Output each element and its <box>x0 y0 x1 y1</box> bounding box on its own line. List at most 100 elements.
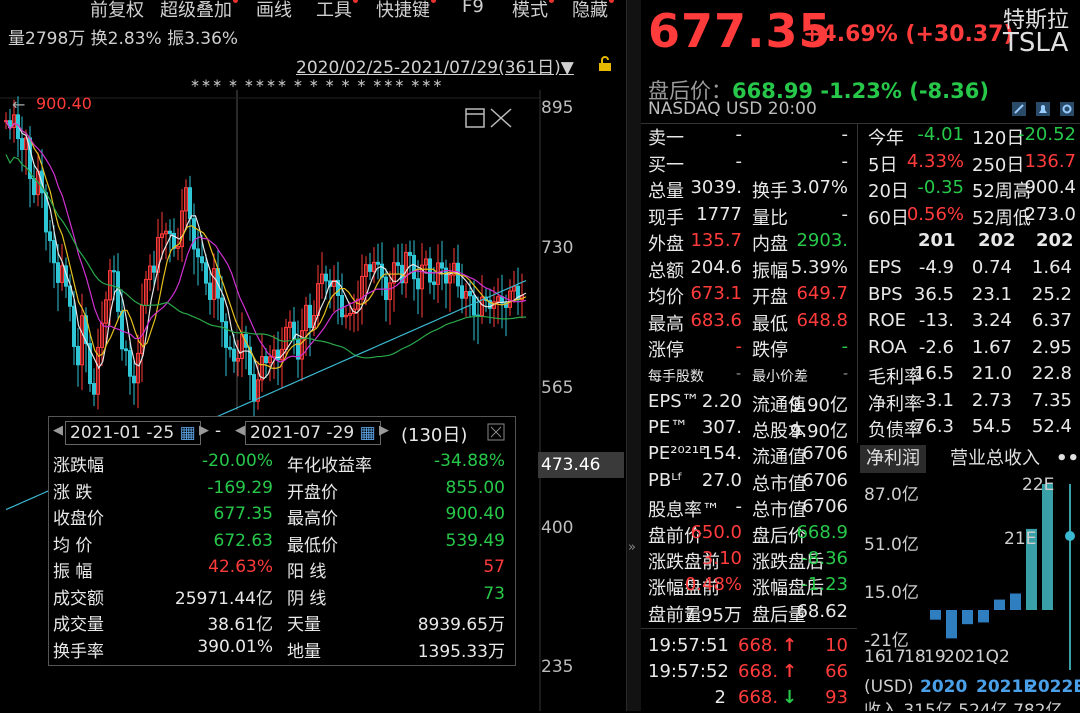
toolbar-fuquan[interactable]: 前复权 <box>90 0 144 22</box>
stats-label: 阳 线 <box>287 562 327 582</box>
finance-year: 201 <box>918 230 956 251</box>
quote-value: 9.90亿 <box>789 421 848 443</box>
start-date-input[interactable]: 2021-01 -25 ▦ <box>65 421 201 445</box>
quote-value: - <box>735 150 743 172</box>
alert-icon[interactable] <box>1036 102 1050 116</box>
bar <box>962 610 973 625</box>
stats-row: 成交量 38.61亿 天量 8939.65万 <box>53 610 511 636</box>
high-price-label: 900.40 <box>36 94 92 113</box>
quote-value: 5.39% <box>790 256 848 278</box>
stats-label: 地量 <box>287 641 321 662</box>
candle-body <box>460 285 464 299</box>
next-arrow-icon[interactable]: ▶ <box>379 423 389 438</box>
quote-value: 27.0 <box>701 469 742 491</box>
quote-label: 流通值 <box>752 447 806 469</box>
candle-body <box>196 248 200 258</box>
quote-value: - <box>735 336 743 357</box>
finance-value: 1.64 <box>1031 257 1072 278</box>
finance-value: 0.74 <box>971 257 1012 278</box>
candle-body <box>408 251 412 256</box>
stats-value: 677.35 <box>213 504 273 524</box>
stats-value: 390.01% <box>197 636 273 657</box>
date-range-selector[interactable]: 2020/02/25-2021/07/29(361日)▼ <box>296 53 574 78</box>
toolbar-tools[interactable]: 工具 <box>316 0 358 22</box>
trade-tick-row: 19:57:52 668. ↑ 66 <box>648 661 852 687</box>
toolbar-overlay[interactable]: 超级叠加 <box>160 0 238 22</box>
quote-value: 3039. <box>690 177 742 198</box>
quote-label: 振幅 <box>752 260 788 282</box>
restore-icon[interactable] <box>465 108 485 128</box>
quote-value: 154. <box>701 443 742 465</box>
volume-summary: 量2798万 换2.83% 振3.36% <box>8 29 239 49</box>
quote-label: 总量 <box>648 181 684 202</box>
perf-value: 136.7 <box>1024 150 1076 172</box>
finance-value: 6.37 <box>1031 310 1072 331</box>
quote-row: 卖一 - - <box>648 124 852 150</box>
toolbar-hide[interactable]: 隐藏 <box>572 0 614 22</box>
finance-row: ROA -2.6 1.67 2.95 <box>868 337 1076 363</box>
tick-time: 19:57:52 <box>648 661 729 682</box>
next-arrow-icon[interactable]: ▶ <box>199 423 209 438</box>
quote-label: 量比 <box>752 207 788 229</box>
toolbar-f9[interactable]: F9 <box>462 0 484 17</box>
toolbar-draw[interactable]: 画线 <box>256 0 292 22</box>
perf-label: 250日 <box>972 154 1025 176</box>
finance-year: 202 <box>978 230 1016 251</box>
more-icon[interactable]: ••• <box>1050 445 1080 473</box>
close-icon[interactable] <box>490 108 512 128</box>
candle-body <box>32 178 36 196</box>
stats-label: 天量 <box>287 615 321 635</box>
finance-value: 76.3 <box>913 416 954 437</box>
price-change: +4.69% (+30.37) <box>803 22 1014 47</box>
panel-divider[interactable] <box>626 0 642 711</box>
finance-row: BPS 36.5 23.1 25.2 <box>868 284 1076 310</box>
bar-x-label: 17 <box>884 647 906 667</box>
lock-icon[interactable] <box>598 56 612 72</box>
tick-price: 668. <box>738 635 779 656</box>
quote-value: - <box>841 150 849 172</box>
quote-value: 2903. <box>796 230 848 251</box>
toolbar-mode[interactable]: 模式 <box>512 0 554 22</box>
stats-value: 855.00 <box>445 477 505 498</box>
prev-arrow-icon[interactable]: ◀ <box>235 423 245 438</box>
stats-value: -169.29 <box>207 477 273 498</box>
perf-label: 52周高 <box>972 181 1031 202</box>
candle-body <box>440 262 444 269</box>
stats-label: 收盘价 <box>53 509 104 529</box>
finance-value: -3.1 <box>918 389 954 411</box>
close-icon[interactable] <box>487 423 505 441</box>
candle-body <box>224 321 228 348</box>
edit-icon[interactable] <box>1012 102 1026 116</box>
toolbar-shortcuts[interactable]: 快捷键 <box>376 0 436 22</box>
finance-label: 净利率 <box>868 393 922 415</box>
tab-revenue[interactable]: 营业总收入 <box>944 445 1046 473</box>
stock-ticker: TSLA <box>1003 28 1069 58</box>
scroll-handle-knob[interactable] <box>1065 531 1075 541</box>
prev-arrow-icon[interactable]: ◀ <box>53 423 63 438</box>
quote-value: - <box>841 124 849 145</box>
quote-label: 均价 <box>648 287 684 308</box>
candle-body <box>376 261 380 265</box>
settings-icon[interactable] <box>1060 102 1074 116</box>
quote-value: 683.6 <box>690 309 742 331</box>
candles <box>4 96 524 430</box>
finance-tabs: 净利润 营业总收入 ••• <box>860 445 1080 473</box>
expand-chevron-icon[interactable]: » <box>628 540 636 555</box>
quote-row: 买一 - - <box>648 151 852 177</box>
stats-label: 最高价 <box>287 509 338 529</box>
footer-year: 2022E <box>1026 677 1080 697</box>
perf-label: 5日 <box>868 154 898 176</box>
tick-price: 668. <box>738 661 779 682</box>
stats-row: 涨 跌 -169.29 开盘价 855.00 <box>53 478 511 504</box>
end-date-input[interactable]: 2021-07 -29 ▦ <box>245 421 381 445</box>
finance-value: 2.95 <box>1031 336 1072 358</box>
quote-value: - <box>735 495 743 517</box>
net-profit-bar-chart: 87.0亿51.0亿15.0亿-21亿22E21E161718192021Q2(… <box>864 475 1080 711</box>
finance-label: ROE <box>868 310 907 331</box>
stats-value: 672.63 <box>213 530 273 551</box>
candle-body <box>340 295 344 318</box>
quote-value: 2.20 <box>701 391 742 412</box>
finance-value: 21.0 <box>971 363 1012 384</box>
tab-net-profit[interactable]: 净利润 <box>860 445 926 473</box>
perf-value: -4.01 <box>917 124 964 145</box>
